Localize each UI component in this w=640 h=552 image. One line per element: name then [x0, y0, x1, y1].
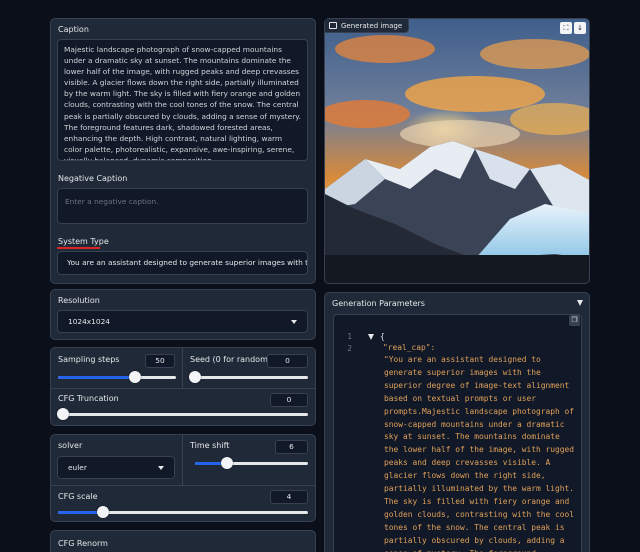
json-value-line: partially illuminated by the warm light. [384, 484, 575, 494]
time-shift-slider[interactable] [195, 457, 308, 469]
resolution-dropdown[interactable]: 1024x1024 [57, 310, 308, 333]
cfg-truncation-thumb[interactable] [57, 408, 69, 420]
negative-caption-input[interactable]: Enter a negative caption. [57, 188, 308, 224]
cfg-truncation-label: CFG Truncation [58, 394, 119, 403]
seed-thumb[interactable] [189, 371, 201, 383]
chevron-down-icon [291, 319, 297, 324]
cfg-scale-label: CFG scale [58, 492, 98, 501]
resolution-value: 1024x1024 [68, 317, 110, 326]
image-panel [324, 18, 590, 284]
seed-input[interactable]: 0 [267, 354, 308, 368]
json-value-line: generate superior images with the [384, 367, 541, 377]
json-value-line: peaks and deep crevasses visible. A [384, 458, 551, 468]
json-value-line: sky at sunset. The mountains dominate [384, 432, 560, 442]
system-type-label: System Type [58, 237, 109, 246]
collapse-triangle-icon[interactable] [577, 300, 583, 306]
sampling-steps-input[interactable]: 50 [145, 354, 175, 368]
sampling-steps-fill [58, 376, 135, 379]
chevron-down-icon [158, 465, 164, 470]
sampling-row-divider [51, 388, 315, 389]
params-title: Generation Parameters [332, 299, 425, 308]
json-value: "You are an assistant designed to generat… [384, 354, 580, 552]
generated-image [325, 19, 589, 283]
cfg-truncation-slider[interactable] [57, 408, 308, 420]
seed-label: Seed (0 for random) [190, 355, 271, 364]
solver-row-divider [51, 485, 315, 486]
json-value-line: glacier flows down the right side, [384, 471, 546, 481]
json-value-line: sense of mystery. The foreground [384, 548, 580, 552]
solver-dropdown[interactable]: euler [57, 456, 175, 479]
cfg-scale-slider[interactable] [58, 506, 308, 518]
json-value-line: based on textual prompts or user [384, 393, 537, 403]
json-key: "real_cap": [383, 343, 436, 352]
caption-label: Caption [58, 25, 89, 34]
expand-toggle-icon[interactable] [368, 334, 374, 340]
solver-divider [182, 435, 183, 485]
image-badge-label: Generated image [341, 21, 403, 30]
solver-value: euler [68, 463, 87, 472]
image-icon [329, 22, 337, 29]
system-type-underline [57, 247, 100, 249]
sampling-steps-thumb[interactable] [128, 371, 141, 383]
json-value-line: snow-capped mountains under a dramatic [384, 419, 565, 429]
sampling-seed-divider [182, 348, 183, 388]
json-value-line: the lower half of the image, with rugged [384, 445, 575, 455]
json-value-line: The sky is filled with fiery orange and [384, 496, 570, 506]
line-number-1: 1 [347, 332, 352, 341]
json-value-line: prompts.Majestic landscape photograph of [384, 406, 575, 416]
json-value-line: tones of the snow. The central peak is [384, 522, 565, 532]
seed-slider[interactable] [189, 371, 308, 383]
system-type-value: You are an assistant designed to generat… [67, 258, 308, 267]
json-value-line: "You are an assistant designed to [384, 355, 541, 364]
cfg-scale-input[interactable]: 4 [270, 490, 308, 504]
time-shift-thumb[interactable] [220, 457, 233, 469]
fullscreen-icon[interactable]: ⛶ [560, 22, 572, 34]
system-type-input[interactable]: You are an assistant designed to generat… [57, 251, 308, 275]
caption-textarea[interactable]: Majestic landscape photograph of snow-ca… [57, 39, 308, 161]
sampling-steps-slider[interactable] [58, 371, 176, 383]
resolution-label: Resolution [58, 296, 100, 305]
download-icon[interactable]: ↓ [574, 22, 586, 34]
image-badge: Generated image [325, 19, 410, 33]
copy-icon[interactable]: ❐ [569, 315, 580, 326]
negative-caption-label: Negative Caption [58, 174, 128, 183]
cfg-scale-thumb[interactable] [97, 506, 109, 518]
json-value-line: partially obscured by clouds, adding a [384, 535, 565, 545]
solver-label: solver [58, 441, 83, 450]
json-value-line: superior degree of image-text alignment [384, 380, 570, 390]
line-number-2: 2 [347, 344, 352, 353]
cfg-truncation-input[interactable]: 0 [270, 393, 308, 407]
json-value-line: golden clouds, contrasting with the cool [384, 509, 575, 519]
time-shift-input[interactable]: 6 [275, 440, 308, 454]
time-shift-label: Time shift [190, 441, 230, 450]
cfg-renorm-label: CFG Renorm [58, 539, 108, 548]
sampling-steps-label: Sampling steps [58, 355, 120, 364]
